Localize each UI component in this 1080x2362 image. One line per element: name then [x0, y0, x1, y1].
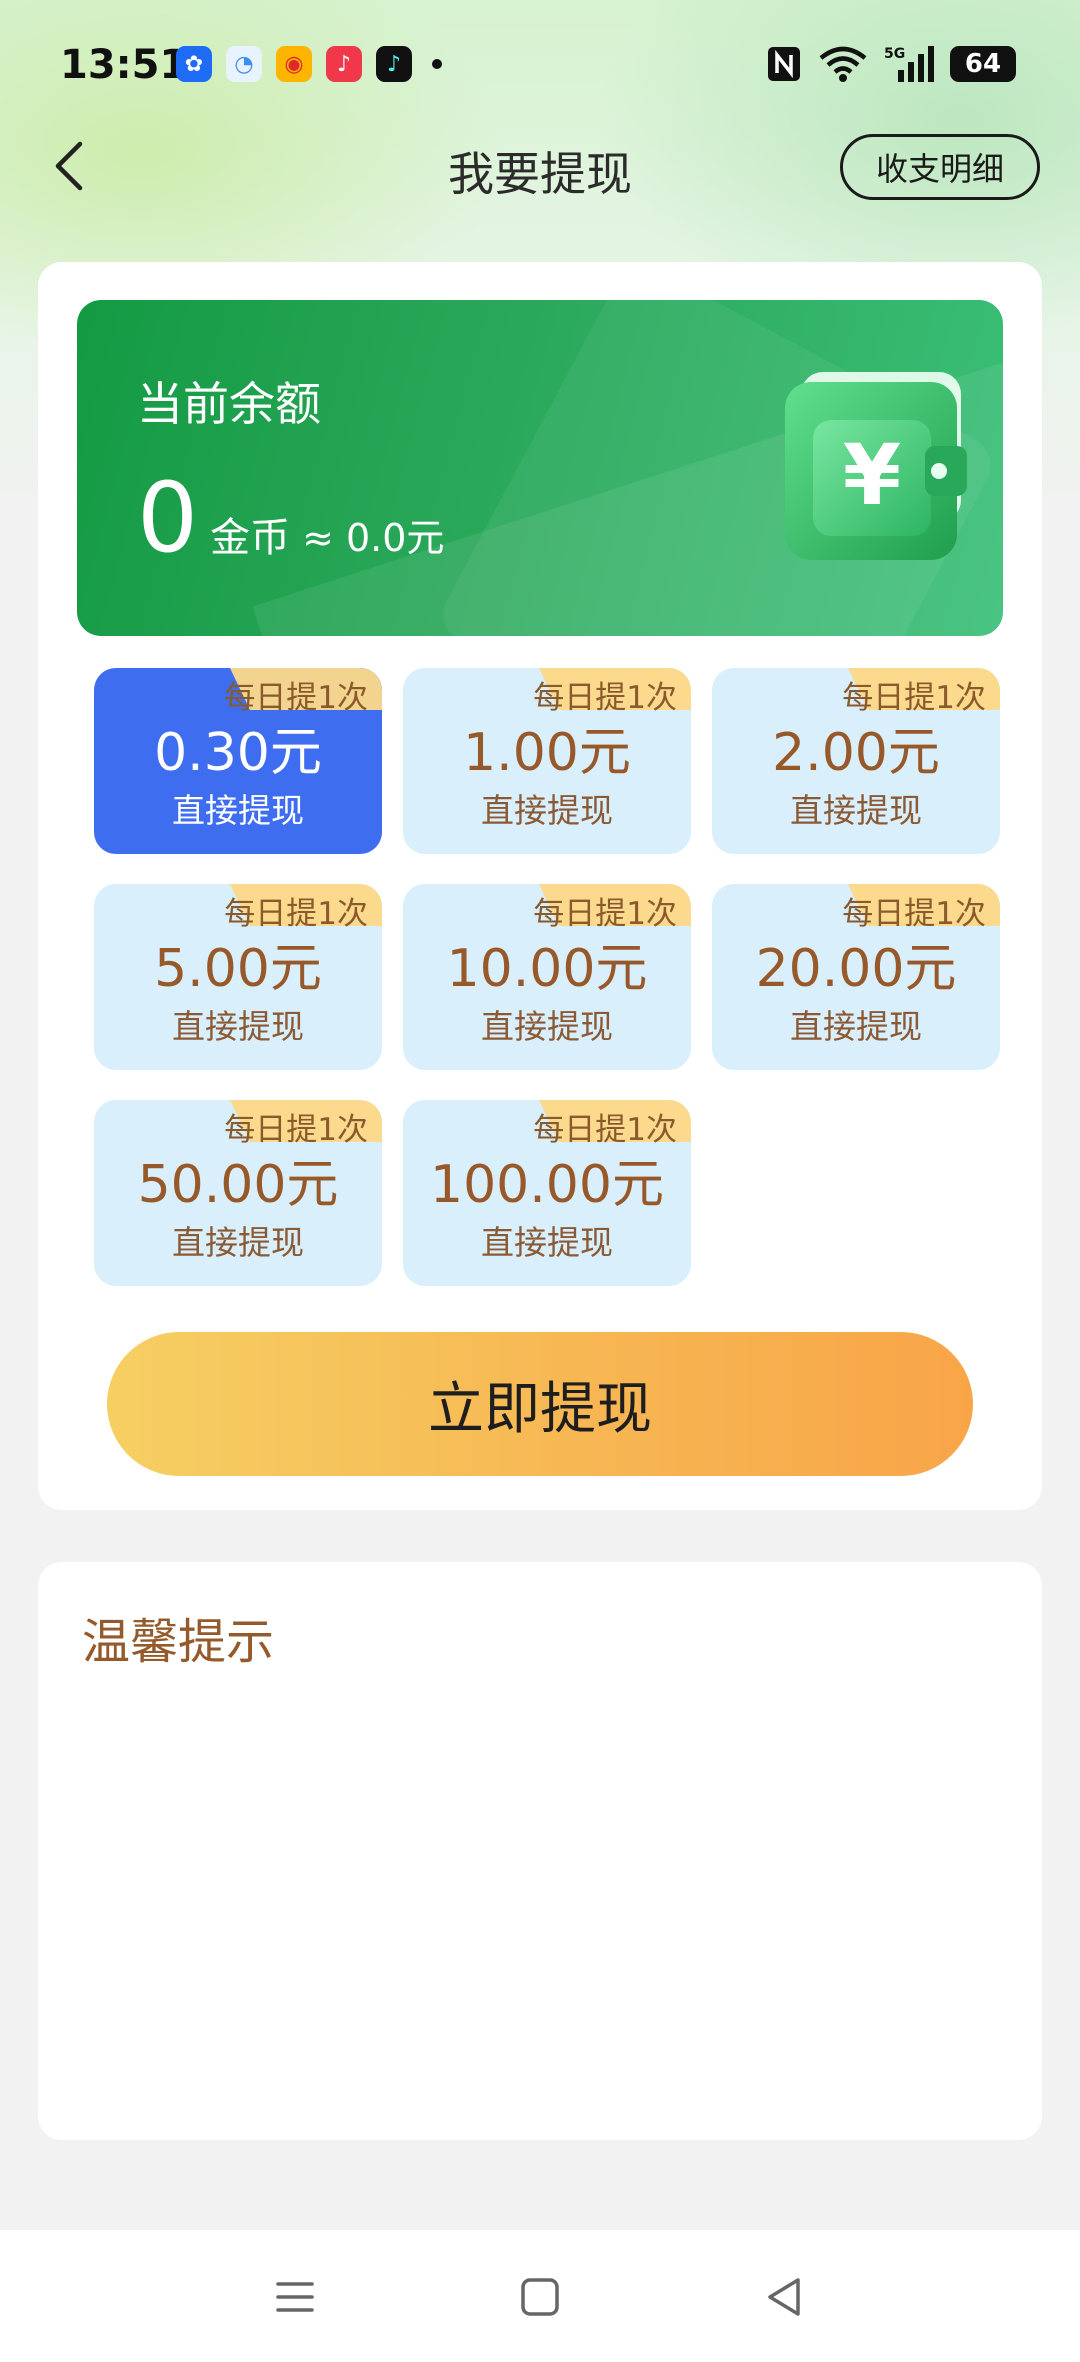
amount-value: 50.00元: [137, 1155, 339, 1215]
system-indicators: 5G 64: [766, 44, 1016, 84]
amount-subtitle: 直接提现: [481, 1223, 613, 1262]
amount-option-0-30[interactable]: 每日提1次 0.30元 直接提现: [94, 668, 382, 854]
amount-value: 10.00元: [446, 939, 648, 999]
balance-approx-yuan: ≈ 0.0元: [302, 516, 445, 560]
amount-subtitle: 直接提现: [172, 791, 304, 830]
status-bar: 13:51 ✿ ◔ ◉ ♪ ♪ 5G 64: [0, 0, 1080, 130]
balance-label: 当前余额: [137, 377, 321, 431]
amount-value: 1.00元: [463, 723, 631, 783]
balance-value: 0: [137, 462, 199, 574]
amount-option-1-00[interactable]: 每日提1次 1.00元 直接提现: [403, 668, 691, 854]
menu-icon[interactable]: [270, 2272, 320, 2322]
amount-subtitle: 直接提现: [481, 791, 613, 830]
amount-option-20-00[interactable]: 每日提1次 20.00元 直接提现: [712, 884, 1000, 1070]
status-time: 13:51: [60, 42, 188, 88]
amount-value: 20.00元: [755, 939, 957, 999]
wifi-icon: [819, 46, 867, 82]
withdraw-now-button[interactable]: 立即提现: [107, 1332, 973, 1476]
home-square-icon[interactable]: [515, 2272, 565, 2322]
notification-icons: ✿ ◔ ◉ ♪ ♪: [176, 46, 442, 82]
svg-text:5G: 5G: [884, 46, 905, 62]
tiktok-app-icon: ♪: [376, 46, 412, 82]
system-navigation-bar: [0, 2230, 1080, 2362]
amount-subtitle: 直接提现: [790, 791, 922, 830]
amount-value: 2.00元: [772, 723, 940, 783]
amount-subtitle: 直接提现: [172, 1223, 304, 1262]
amount-option-5-00[interactable]: 每日提1次 5.00元 直接提现: [94, 884, 382, 1070]
amount-subtitle: 直接提现: [481, 1007, 613, 1046]
tips-title: 温馨提示: [82, 1614, 275, 1670]
amount-option-100-00[interactable]: 每日提1次 100.00元 直接提现: [403, 1100, 691, 1286]
withdraw-card: 当前余额 0 金币 ≈ 0.0元 ¥ 每日提1次 0.30元 直接提现 每日提1…: [38, 262, 1042, 1510]
signal-5g-icon: 5G: [884, 46, 934, 82]
pinwheel-app-icon: ✿: [176, 46, 212, 82]
amount-subtitle: 直接提现: [790, 1007, 922, 1046]
amount-option-2-00[interactable]: 每日提1次 2.00元 直接提现: [712, 668, 1000, 854]
nfc-icon: [768, 47, 800, 81]
income-expense-details-button[interactable]: 收支明细: [840, 134, 1040, 200]
weibo-app-icon: ◉: [276, 46, 312, 82]
amount-option-10-00[interactable]: 每日提1次 10.00元 直接提现: [403, 884, 691, 1070]
wallet-yuan-icon: ¥: [785, 372, 967, 560]
back-triangle-icon[interactable]: [760, 2272, 810, 2322]
amount-value: 100.00元: [430, 1155, 664, 1215]
browser-app-icon: ◔: [226, 46, 262, 82]
balance-banner: 当前余额 0 金币 ≈ 0.0元 ¥: [77, 300, 1003, 636]
battery-indicator: 64: [950, 46, 1016, 82]
balance-unit: 金币: [210, 515, 291, 561]
music-app-icon: ♪: [326, 46, 362, 82]
more-notifications-dot: [432, 59, 442, 69]
withdraw-page: 13:51 ✿ ◔ ◉ ♪ ♪ 5G 64 我要提现 收支明细 当前余额 0 金…: [0, 0, 1080, 2362]
amount-value: 0.30元: [154, 723, 322, 783]
amount-option-50-00[interactable]: 每日提1次 50.00元 直接提现: [94, 1100, 382, 1286]
svg-text:¥: ¥: [843, 426, 901, 524]
balance-row: 0 金币 ≈ 0.0元: [137, 470, 444, 566]
tips-card: 温馨提示: [38, 1562, 1042, 2140]
amount-subtitle: 直接提现: [172, 1007, 304, 1046]
amount-value: 5.00元: [154, 939, 322, 999]
